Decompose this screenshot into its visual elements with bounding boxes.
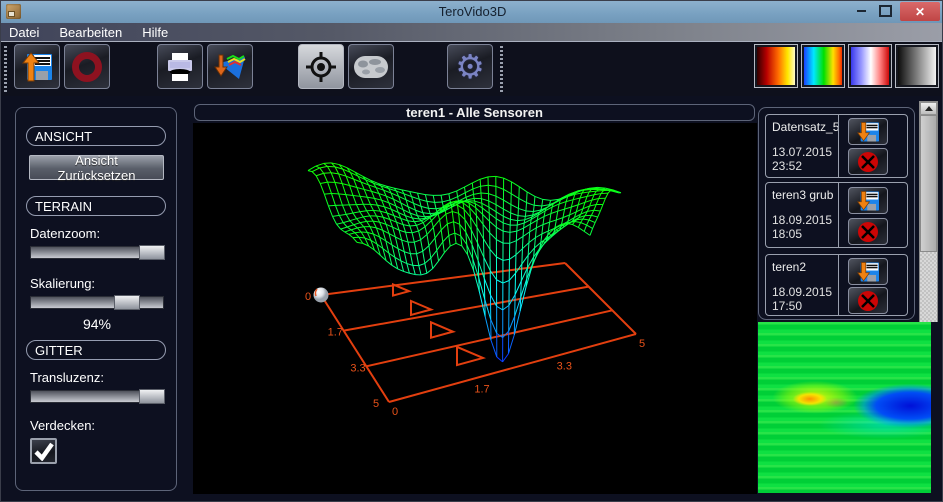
menu-hilfe[interactable]: Hilfe xyxy=(132,25,178,40)
colormap-hot-button[interactable] xyxy=(754,44,798,88)
colormap-rainbow-button[interactable] xyxy=(801,44,845,88)
delete-x-icon xyxy=(856,221,880,243)
svg-text:3.3: 3.3 xyxy=(557,361,572,373)
plot-title: teren1 - Alle Sensoren xyxy=(194,104,755,121)
close-icon: ✕ xyxy=(915,5,925,19)
dataset-save-button[interactable] xyxy=(848,258,888,285)
dataset-delete-button[interactable] xyxy=(848,218,888,245)
dataset-date: 18.09.2015 xyxy=(772,285,832,299)
export-chart-icon xyxy=(213,51,247,83)
toolbar: ⚙ xyxy=(1,42,943,96)
menubar: Datei Bearbeiten Hilfe xyxy=(1,23,943,42)
dataset-date: 13.07.2015 xyxy=(772,145,832,159)
printer-icon xyxy=(164,51,196,83)
dataset-card: teren2 18.09.2015 17:50 xyxy=(765,254,908,316)
settings-button[interactable]: ⚙ xyxy=(447,44,493,89)
svg-text:0: 0 xyxy=(392,406,398,418)
dataset-delete-button[interactable] xyxy=(848,148,888,175)
dataset-name: teren2 xyxy=(772,260,806,274)
section-terrain: TERRAIN xyxy=(26,196,166,216)
card-divider xyxy=(838,183,839,247)
record-button[interactable] xyxy=(64,44,110,89)
dataset-name: teren3 grub xyxy=(772,188,833,202)
crosshair-icon xyxy=(304,50,338,84)
skalierung-slider-handle[interactable] xyxy=(114,295,140,310)
dataset-save-button[interactable] xyxy=(848,118,888,145)
toolbar-grip[interactable] xyxy=(4,46,7,92)
heatmap-right-gap xyxy=(931,322,943,493)
card-divider xyxy=(838,255,839,315)
globe-icon xyxy=(353,55,389,79)
record-ring-icon xyxy=(72,52,102,82)
transluzenz-slider-handle[interactable] xyxy=(139,389,165,404)
dataset-time: 23:52 xyxy=(772,159,832,173)
svg-text:1.7: 1.7 xyxy=(474,383,489,395)
window-title: TeroVido3D xyxy=(1,4,943,19)
dataset-delete-button[interactable] xyxy=(848,287,888,314)
floppy-arrow-up-icon xyxy=(20,51,54,83)
reset-view-button[interactable]: Ansicht Zurücksetzen xyxy=(29,155,164,180)
dataset-scrollbar[interactable] xyxy=(919,101,938,345)
datenzoom-label: Datenzoom: xyxy=(30,226,100,241)
card-divider xyxy=(838,115,839,177)
scroll-up-button[interactable] xyxy=(920,102,937,115)
section-ansicht: ANSICHT xyxy=(26,126,166,146)
svg-text:1.7: 1.7 xyxy=(328,327,343,339)
surface-wireframe-chart: 0 1.7 3.3 5 0 1.7 3.3 5 xyxy=(193,123,757,494)
dataset-card: Datensatz_5 13.07.2015 23:52 xyxy=(765,114,908,178)
app-window: TeroVido3D ✕ Datei Bearbeiten Hilfe xyxy=(0,0,943,502)
skalierung-value: 94% xyxy=(16,316,178,332)
transluzenz-label: Transluzenz: xyxy=(30,370,104,385)
sidebar-panel: ANSICHT Ansicht Zurücksetzen TERRAIN Dat… xyxy=(15,107,177,491)
floppy-arrow-down-icon xyxy=(855,121,881,143)
svg-text:5: 5 xyxy=(373,398,379,410)
titlebar[interactable]: TeroVido3D ✕ xyxy=(1,1,943,23)
arrow-up-icon xyxy=(925,106,933,111)
delete-x-icon xyxy=(856,151,880,173)
minimize-button[interactable] xyxy=(850,1,872,21)
section-gitter: GITTER xyxy=(26,340,166,360)
datenzoom-slider[interactable] xyxy=(30,246,164,259)
delete-x-icon xyxy=(856,290,880,312)
dataset-time: 17:50 xyxy=(772,299,832,313)
svg-text:5: 5 xyxy=(639,338,645,350)
center-view-button[interactable] xyxy=(298,44,344,89)
dataset-time: 18:05 xyxy=(772,227,832,241)
datenzoom-slider-handle[interactable] xyxy=(139,245,165,260)
skalierung-slider[interactable] xyxy=(30,296,164,309)
svg-text:3.3: 3.3 xyxy=(350,362,365,374)
dataset-name: Datensatz_5 xyxy=(772,120,839,134)
dataset-panel: Datensatz_5 13.07.2015 23:52 xyxy=(758,107,915,320)
verdecken-checkbox[interactable] xyxy=(30,438,57,464)
dataset-card: teren3 grub 18.09.2015 18:05 xyxy=(765,182,908,248)
dataset-save-button[interactable] xyxy=(848,187,888,214)
export-view-button[interactable] xyxy=(207,44,253,89)
map-mode-button[interactable] xyxy=(348,44,394,89)
transluzenz-slider[interactable] xyxy=(30,390,164,403)
menu-datei[interactable]: Datei xyxy=(1,25,49,40)
gear-icon: ⚙ xyxy=(455,50,485,83)
skalierung-label: Skalierung: xyxy=(30,276,95,291)
print-button[interactable] xyxy=(157,44,203,89)
menu-bearbeiten[interactable]: Bearbeiten xyxy=(49,25,132,40)
svg-text:0: 0 xyxy=(305,291,311,303)
scrollbar-thumb[interactable] xyxy=(920,115,937,252)
dataset-date: 18.09.2015 xyxy=(772,213,832,227)
maximize-button[interactable] xyxy=(874,1,896,21)
maximize-icon xyxy=(879,5,892,17)
toolbar-grip-2[interactable] xyxy=(500,46,503,92)
load-button[interactable] xyxy=(14,44,60,89)
plot-3d-view[interactable]: 0 1.7 3.3 5 0 1.7 3.3 5 xyxy=(193,123,757,494)
floppy-arrow-down-icon xyxy=(855,261,881,283)
colormap-blue-white-red-button[interactable] xyxy=(848,44,892,88)
close-button[interactable]: ✕ xyxy=(900,2,940,21)
floppy-arrow-down-icon xyxy=(855,190,881,212)
verdecken-label: Verdecken: xyxy=(30,418,95,433)
minimize-icon xyxy=(857,10,866,12)
checkmark-icon xyxy=(33,441,55,461)
colormap-grayscale-button[interactable] xyxy=(895,44,939,88)
heatmap-preview[interactable] xyxy=(758,322,931,493)
